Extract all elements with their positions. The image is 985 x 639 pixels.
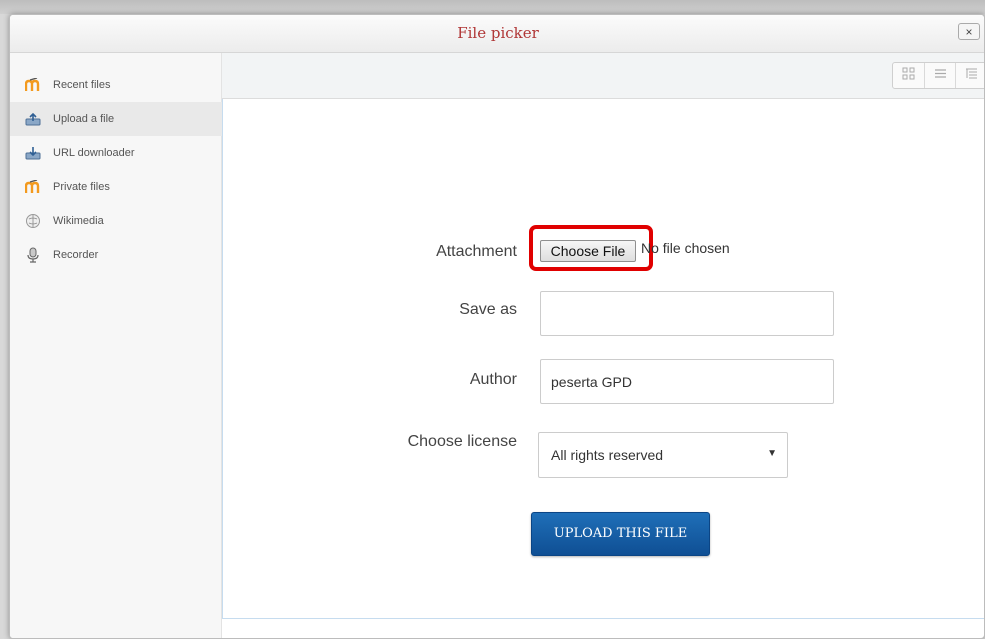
tree-view-button[interactable] — [956, 63, 984, 88]
view-toolbar — [222, 53, 984, 99]
sidebar-item-private-files[interactable]: Private files — [10, 170, 222, 204]
license-select[interactable]: All rights reserved ▼ — [538, 432, 788, 478]
sidebar-item-recent-files[interactable]: Recent files — [10, 68, 222, 102]
author-label: Author — [469, 371, 517, 388]
upload-file-button[interactable]: UPLOAD THIS FILE — [531, 512, 710, 556]
list-view-button[interactable] — [925, 63, 957, 88]
attachment-label: Attachment — [436, 243, 517, 260]
microphone-icon — [25, 247, 41, 263]
tree-icon — [965, 67, 978, 85]
sidebar-item-upload-a-file[interactable]: Upload a file — [10, 102, 222, 136]
sidebar-item-label: Private files — [53, 181, 110, 193]
sidebar-item-wikimedia[interactable]: Wikimedia — [10, 204, 222, 238]
save-as-label: Save as — [459, 301, 517, 318]
sidebar-item-label: Wikimedia — [53, 215, 104, 227]
sidebar-item-label: Upload a file — [53, 113, 115, 125]
sidebar-item-label: URL downloader — [53, 147, 135, 159]
no-file-chosen-text: No file chosen — [641, 240, 730, 256]
author-input[interactable] — [540, 359, 834, 404]
sidebar-item-label: Recent files — [53, 79, 111, 91]
backdrop — [0, 0, 985, 14]
icon-view-button[interactable] — [893, 63, 925, 88]
repository-sidebar: Recent files Upload a file URL downloade… — [10, 53, 222, 638]
file-picker-dialog: File picker × Recent files Upload a file — [9, 14, 985, 639]
sidebar-item-label: Recorder — [53, 249, 99, 261]
license-label: Choose license — [407, 433, 517, 450]
download-icon — [25, 145, 41, 161]
moodle-icon — [25, 179, 41, 195]
sidebar-item-recorder[interactable]: Recorder — [10, 238, 222, 272]
chevron-down-icon: ▼ — [767, 448, 777, 459]
upload-icon — [25, 111, 41, 127]
grid-icon — [902, 67, 915, 85]
view-switcher — [892, 62, 984, 89]
wikimedia-icon — [25, 213, 41, 229]
moodle-icon — [25, 77, 41, 93]
choose-file-button[interactable]: Choose File — [540, 240, 636, 262]
save-as-input[interactable] — [540, 291, 834, 336]
dialog-titlebar: File picker × — [10, 15, 984, 53]
license-select-value: All rights reserved — [551, 447, 664, 463]
list-icon — [934, 67, 947, 85]
upload-form-area: Attachment Choose File No file chosen Sa… — [222, 99, 984, 619]
close-button[interactable]: × — [958, 23, 980, 40]
sidebar-item-url-downloader[interactable]: URL downloader — [10, 136, 222, 170]
main-panel: Attachment Choose File No file chosen Sa… — [222, 53, 984, 638]
dialog-title: File picker — [457, 24, 539, 42]
